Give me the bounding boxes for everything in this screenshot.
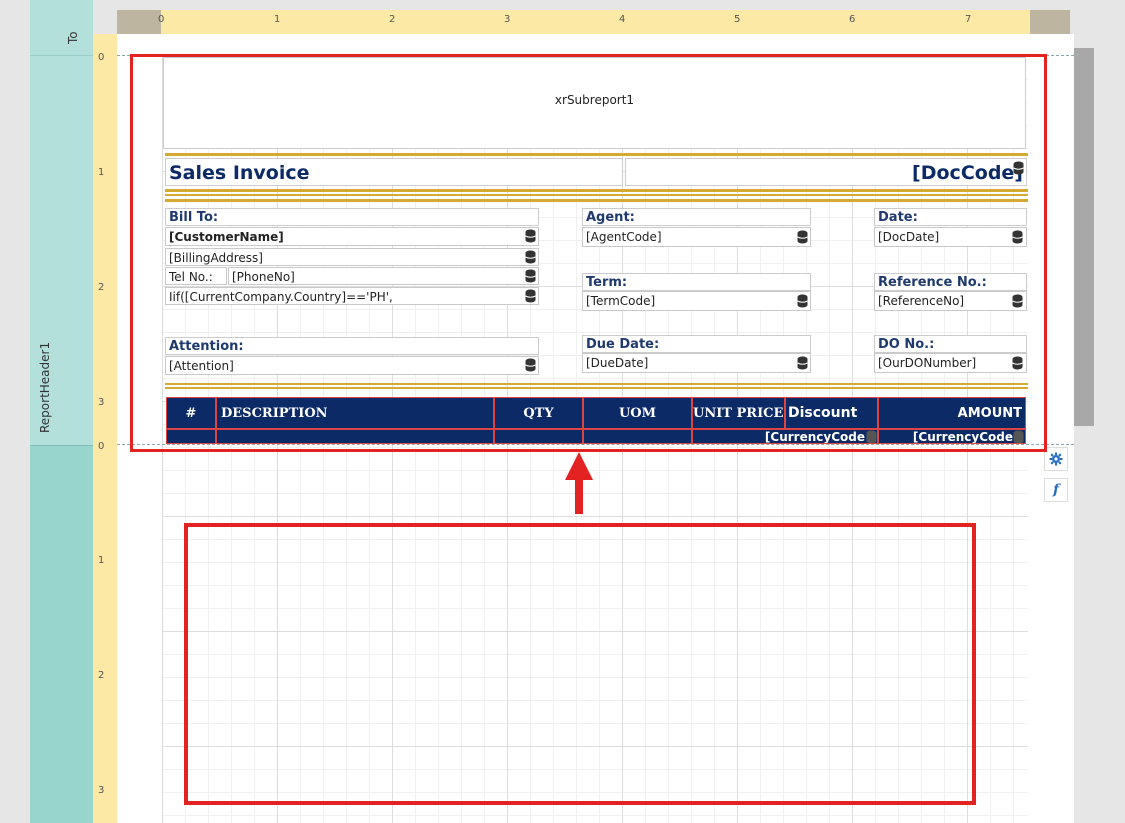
band-report-header[interactable]: ReportHeader1 (30, 56, 93, 445)
h-tick: 5 (734, 14, 741, 25)
v-tick: 0 (98, 52, 105, 63)
h-tick: 7 (965, 14, 972, 25)
gear-icon[interactable] (1044, 447, 1068, 471)
vertical-ruler-detail: 0 1 2 3 (93, 441, 117, 823)
h-tick: 2 (389, 14, 396, 25)
vertical-ruler-header: 0 1 2 3 (93, 34, 117, 445)
h-tick: 4 (619, 14, 626, 25)
highlight-box-bottom (184, 523, 976, 805)
function-icon[interactable]: f (1044, 478, 1068, 502)
horizontal-ruler: 0 1 2 3 4 5 6 7 (117, 10, 1070, 34)
vertical-scrollbar[interactable] (1074, 48, 1094, 426)
band-top-margin[interactable]: To (30, 0, 93, 56)
h-tick: 6 (849, 14, 856, 25)
v-tick: 3 (98, 397, 105, 408)
h-tick: 1 (274, 14, 281, 25)
v-tick: 3 (98, 785, 105, 796)
ruler-margin-right (1030, 10, 1070, 34)
v-tick: 2 (98, 282, 105, 293)
band-report-header-label: ReportHeader1 (38, 341, 52, 433)
band-top-label: To (66, 31, 80, 44)
band-detail[interactable] (30, 445, 93, 823)
h-tick: 0 (158, 14, 165, 25)
v-tick: 2 (98, 670, 105, 681)
v-tick: 1 (98, 167, 105, 178)
ruler-margin-left (117, 10, 161, 34)
highlight-box-top (130, 54, 1047, 452)
v-tick: 1 (98, 555, 105, 566)
h-tick: 3 (504, 14, 511, 25)
v-tick: 0 (98, 441, 105, 452)
arrow-up-icon (565, 452, 593, 514)
